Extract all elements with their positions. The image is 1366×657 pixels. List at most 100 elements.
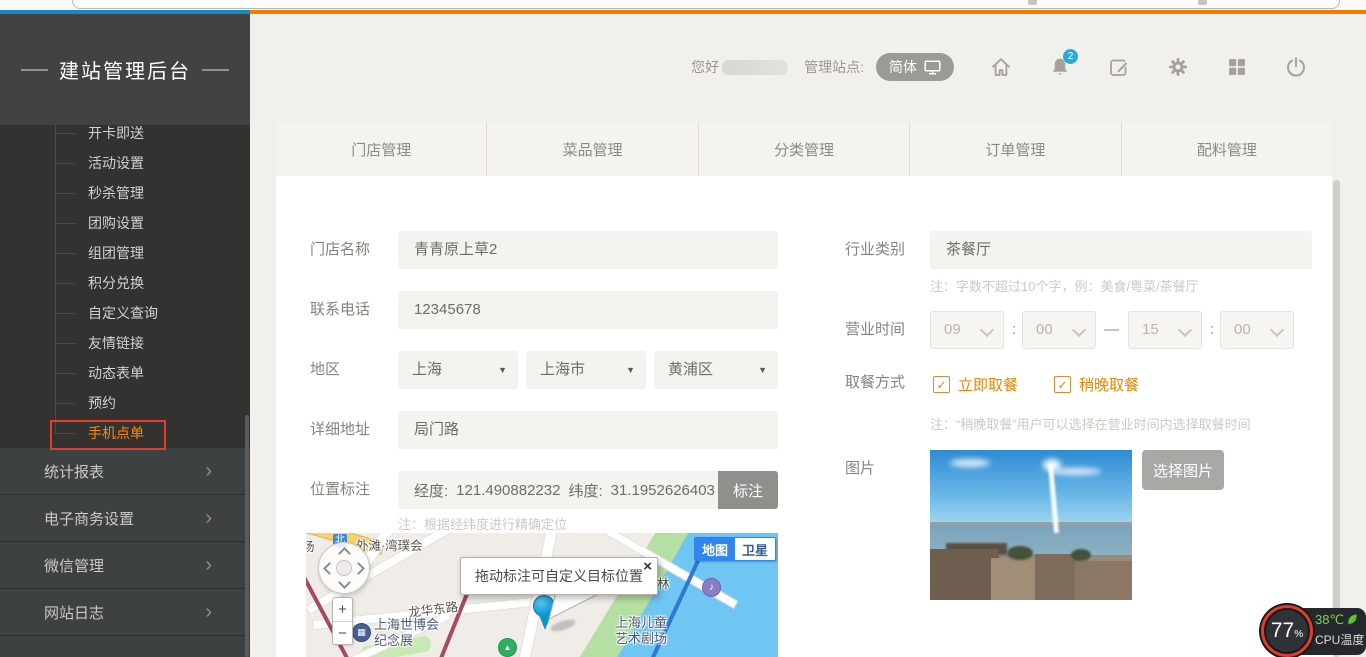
map-tooltip: 拖动标注可自定义目标位置 × <box>460 557 658 595</box>
end-hour-select[interactable]: 15 <box>1128 311 1202 349</box>
infowindow-pointer <box>306 533 778 657</box>
sidebar-item-friend-links[interactable]: 友情链接 <box>55 328 250 358</box>
sidebar-item-team-manage[interactable]: 组团管理 <box>55 238 250 268</box>
browser-url-bar[interactable] <box>72 0 1340 9</box>
industry-input[interactable]: 茶餐厅 <box>930 231 1312 269</box>
language-button[interactable]: 简体 <box>876 53 954 81</box>
sidebar: 建站管理后台 开卡即送 活动设置 秒杀管理 团购设置 组团管理 积分兑换 自定义… <box>0 14 250 657</box>
power-icon[interactable] <box>1284 55 1308 79</box>
chevron-right-icon: › <box>205 508 212 528</box>
cpu-temp-block: 38℃ CPU温度 <box>1315 612 1365 648</box>
chevron-right-icon: › <box>205 555 212 575</box>
sidebar-group-empty <box>0 635 250 657</box>
sidebar-groups: 统计报表 › 电子商务设置 › 微信管理 › 网站日志 › <box>0 447 250 657</box>
gear-icon[interactable] <box>1166 55 1190 79</box>
content-scrollbar[interactable] <box>1333 180 1340 657</box>
start-minute-select[interactable]: 00 <box>1022 311 1096 349</box>
choose-image-button[interactable]: 选择图片 <box>1142 450 1224 490</box>
time-colon: : <box>1012 311 1016 349</box>
cpu-usage-gauge: 77% <box>1261 605 1313 657</box>
app-logo: 建站管理后台 <box>0 14 250 125</box>
pickup-now-label[interactable]: 立即取餐 <box>958 374 1018 395</box>
chevron-down-icon <box>1270 323 1284 337</box>
lat-label: 纬度: <box>568 480 602 501</box>
mark-location-button[interactable]: 标注 <box>718 471 778 509</box>
dropdown-arrow-icon: ▼ <box>626 351 635 389</box>
sidebar-group-ecommerce[interactable]: 电子商务设置 › <box>0 494 250 541</box>
lng-label: 经度: <box>414 480 448 501</box>
tab-dish-manage[interactable]: 菜品管理 <box>486 122 697 176</box>
map-widget[interactable]: 场 北 外滩·湾璞会 龙华东路 健康林 上海儿童 艺术剧场 ▦ 上海世博会 纪念… <box>306 533 778 657</box>
location-field: 经度: 121.490882232 纬度: 31.1952626403 标注 <box>398 471 778 509</box>
tab-store-manage[interactable]: 门店管理 <box>276 122 486 176</box>
tab-order-manage[interactable]: 订单管理 <box>909 122 1120 176</box>
start-hour-select[interactable]: 09 <box>930 311 1004 349</box>
content-tabs: 门店管理 菜品管理 分类管理 订单管理 配料管理 <box>276 122 1332 176</box>
sidebar-item-reservation[interactable]: 预约 <box>55 388 250 418</box>
industry-note: 注：字数不超过10个字，例：美食/粤菜/茶餐厅 <box>930 276 1199 295</box>
chevron-right-icon: › <box>205 602 212 622</box>
sidebar-item-flash-sale[interactable]: 秒杀管理 <box>55 178 250 208</box>
home-icon[interactable] <box>989 55 1013 79</box>
dropdown-arrow-icon: ▼ <box>498 351 507 389</box>
monitor-icon <box>924 60 941 75</box>
sidebar-item-group-buy[interactable]: 团购设置 <box>55 208 250 238</box>
pickup-options: ✓ 立即取餐 ✓ 稍晚取餐 <box>933 374 1139 395</box>
browser-icon <box>1198 0 1207 5</box>
close-icon[interactable]: × <box>643 559 652 574</box>
pickup-note: 注：“稍晚取餐”用户可以选择在营业时间内选择取餐时间 <box>930 414 1251 433</box>
apps-grid-icon[interactable] <box>1225 55 1249 79</box>
checkbox-pickup-later[interactable]: ✓ <box>1054 376 1071 393</box>
notification-badge: 2 <box>1063 49 1078 64</box>
browser-icon <box>1028 0 1037 5</box>
tab-ingredient-manage[interactable]: 配料管理 <box>1121 122 1332 176</box>
lat-value: 31.1952626403 <box>611 482 715 499</box>
address-input[interactable]: 局门路 <box>398 411 778 449</box>
store-name-input[interactable]: 青青原上草2 <box>398 231 778 269</box>
logo-dash <box>21 69 48 71</box>
cpu-temp-label: CPU温度 <box>1315 631 1365 648</box>
greeting-text: 您好 <box>691 57 719 77</box>
sidebar-scrollbar[interactable] <box>245 415 249 657</box>
region-label: 地区 <box>310 351 340 389</box>
phone-label: 联系电话 <box>310 291 370 329</box>
sidebar-item-activity-settings[interactable]: 活动设置 <box>55 148 250 178</box>
lng-value: 121.490882232 <box>456 482 560 499</box>
store-form-panel: 门店名称 青青原上草2 联系电话 12345678 地区 上海 ▼ 上海市 ▼ … <box>276 176 1332 657</box>
edit-icon[interactable] <box>1107 55 1131 79</box>
chevron-right-icon: › <box>205 461 212 481</box>
bell-icon[interactable]: 2 <box>1048 55 1072 79</box>
logo-dash <box>202 69 229 71</box>
store-name-label: 门店名称 <box>310 231 370 269</box>
selection-highlight-box <box>50 420 166 450</box>
address-label: 详细地址 <box>310 411 370 449</box>
industry-label: 行业类别 <box>845 231 905 269</box>
dropdown-arrow-icon: ▼ <box>758 351 767 389</box>
location-note: 注：根据经纬度进行精确定位 <box>398 514 567 533</box>
province-select[interactable]: 上海 ▼ <box>398 351 518 389</box>
end-minute-select[interactable]: 00 <box>1220 311 1294 349</box>
sidebar-group-site-logs[interactable]: 网站日志 › <box>0 588 250 635</box>
cpu-percent: 77 <box>1271 608 1294 654</box>
sidebar-item-points-exchange[interactable]: 积分兑换 <box>55 268 250 298</box>
app-title: 建站管理后台 <box>59 55 191 84</box>
hours-label: 营业时间 <box>845 311 905 349</box>
district-select[interactable]: 黄浦区 ▼ <box>654 351 778 389</box>
sidebar-group-statistics[interactable]: 统计报表 › <box>0 447 250 494</box>
sidebar-group-wechat[interactable]: 微信管理 › <box>0 541 250 588</box>
location-label: 位置标注 <box>310 471 370 509</box>
city-select[interactable]: 上海市 ▼ <box>526 351 646 389</box>
checkbox-pickup-now[interactable]: ✓ <box>933 376 950 393</box>
pickup-label: 取餐方式 <box>845 373 905 393</box>
chevron-down-icon <box>1072 323 1086 337</box>
store-image-preview <box>930 450 1132 600</box>
sidebar-item-custom-query[interactable]: 自定义查询 <box>55 298 250 328</box>
browser-strip <box>0 0 1366 10</box>
tab-category-manage[interactable]: 分类管理 <box>698 122 909 176</box>
image-label: 图片 <box>845 450 875 488</box>
pickup-later-label[interactable]: 稍晚取餐 <box>1079 374 1139 395</box>
sidebar-item-dynamic-form[interactable]: 动态表单 <box>55 358 250 388</box>
coordinates-box[interactable]: 经度: 121.490882232 纬度: 31.1952626403 <box>398 471 718 509</box>
phone-input[interactable]: 12345678 <box>398 291 778 329</box>
screen: 建站管理后台 开卡即送 活动设置 秒杀管理 团购设置 组团管理 积分兑换 自定义… <box>0 0 1366 657</box>
